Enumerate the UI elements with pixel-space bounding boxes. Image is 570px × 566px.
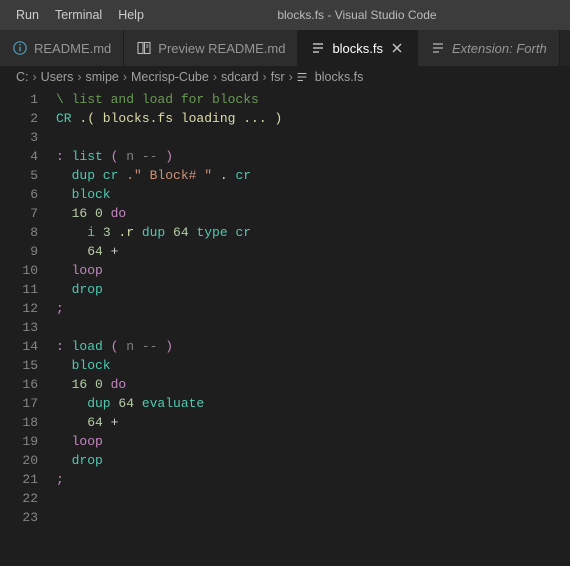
chevron-right-icon: › <box>213 70 217 84</box>
chevron-right-icon: › <box>33 70 37 84</box>
line-number: 3 <box>0 128 38 147</box>
code-content[interactable]: \ list and load for blocksCR .( blocks.f… <box>56 88 282 566</box>
menu-help[interactable]: Help <box>110 4 152 26</box>
code-line[interactable] <box>56 128 282 147</box>
window-title: blocks.fs - Visual Studio Code <box>152 8 562 22</box>
code-line[interactable]: dup 64 evaluate <box>56 394 282 413</box>
menu-run[interactable]: Run <box>8 4 47 26</box>
tab-extension-forth[interactable]: Extension: Forth <box>418 30 560 66</box>
code-line[interactable]: drop <box>56 451 282 470</box>
code-line[interactable]: drop <box>56 280 282 299</box>
chevron-right-icon: › <box>123 70 127 84</box>
title-bar: Run Terminal Help blocks.fs - Visual Stu… <box>0 0 570 30</box>
chevron-right-icon: › <box>289 70 293 84</box>
tab-preview-readme[interactable]: Preview README.md <box>124 30 298 66</box>
line-number: 2 <box>0 109 38 128</box>
line-number: 4 <box>0 147 38 166</box>
chevron-right-icon: › <box>263 70 267 84</box>
tab-label: blocks.fs <box>332 41 383 56</box>
code-line[interactable]: ; <box>56 299 282 318</box>
line-number: 5 <box>0 166 38 185</box>
line-number: 20 <box>0 451 38 470</box>
crumb[interactable]: C: <box>14 70 31 84</box>
code-line[interactable]: : list ( n -- ) <box>56 147 282 166</box>
line-number: 15 <box>0 356 38 375</box>
line-number-gutter: 1234567891011121314151617181920212223 <box>0 88 56 566</box>
line-number: 23 <box>0 508 38 527</box>
editor[interactable]: 1234567891011121314151617181920212223 \ … <box>0 88 570 566</box>
file-lines-icon <box>295 70 309 84</box>
file-lines-icon <box>310 40 326 56</box>
line-number: 16 <box>0 375 38 394</box>
breadcrumbs: C: › Users › smipe › Mecrisp-Cube › sdca… <box>0 66 570 88</box>
tab-label: README.md <box>34 41 111 56</box>
crumb[interactable]: blocks.fs <box>313 70 366 84</box>
tab-blocks-fs[interactable]: blocks.fs <box>298 30 418 66</box>
code-line[interactable]: 16 0 do <box>56 204 282 223</box>
crumb[interactable]: fsr <box>269 70 287 84</box>
code-line[interactable] <box>56 318 282 337</box>
code-line[interactable]: : load ( n -- ) <box>56 337 282 356</box>
line-number: 10 <box>0 261 38 280</box>
crumb[interactable]: Users <box>39 70 76 84</box>
code-line[interactable]: 16 0 do <box>56 375 282 394</box>
code-line[interactable]: 64 + <box>56 242 282 261</box>
code-line[interactable]: i 3 .r dup 64 type cr <box>56 223 282 242</box>
code-line[interactable]: \ list and load for blocks <box>56 90 282 109</box>
code-line[interactable]: ; <box>56 470 282 489</box>
code-line[interactable]: loop <box>56 261 282 280</box>
code-line[interactable]: block <box>56 185 282 204</box>
line-number: 17 <box>0 394 38 413</box>
line-number: 21 <box>0 470 38 489</box>
code-line[interactable] <box>56 489 282 508</box>
line-number: 8 <box>0 223 38 242</box>
info-icon <box>12 40 28 56</box>
line-number: 11 <box>0 280 38 299</box>
chevron-right-icon: › <box>77 70 81 84</box>
file-lines-icon <box>430 40 446 56</box>
tab-label: Extension: Forth <box>452 41 547 56</box>
code-line[interactable] <box>56 508 282 527</box>
crumb[interactable]: sdcard <box>219 70 261 84</box>
crumb[interactable]: smipe <box>84 70 121 84</box>
line-number: 18 <box>0 413 38 432</box>
line-number: 6 <box>0 185 38 204</box>
preview-icon <box>136 40 152 56</box>
line-number: 1 <box>0 90 38 109</box>
line-number: 12 <box>0 299 38 318</box>
code-line[interactable]: CR .( blocks.fs loading ... ) <box>56 109 282 128</box>
close-icon[interactable] <box>389 40 405 56</box>
tab-readme[interactable]: README.md <box>0 30 124 66</box>
code-line[interactable]: loop <box>56 432 282 451</box>
code-line[interactable]: block <box>56 356 282 375</box>
line-number: 19 <box>0 432 38 451</box>
line-number: 22 <box>0 489 38 508</box>
code-line[interactable]: 64 + <box>56 413 282 432</box>
crumb[interactable]: Mecrisp-Cube <box>129 70 211 84</box>
tabs-bar: README.md Preview README.md blocks.fs Ex… <box>0 30 570 66</box>
code-line[interactable]: dup cr ." Block# " . cr <box>56 166 282 185</box>
line-number: 13 <box>0 318 38 337</box>
line-number: 14 <box>0 337 38 356</box>
menu-terminal[interactable]: Terminal <box>47 4 110 26</box>
line-number: 9 <box>0 242 38 261</box>
tab-label: Preview README.md <box>158 41 285 56</box>
line-number: 7 <box>0 204 38 223</box>
